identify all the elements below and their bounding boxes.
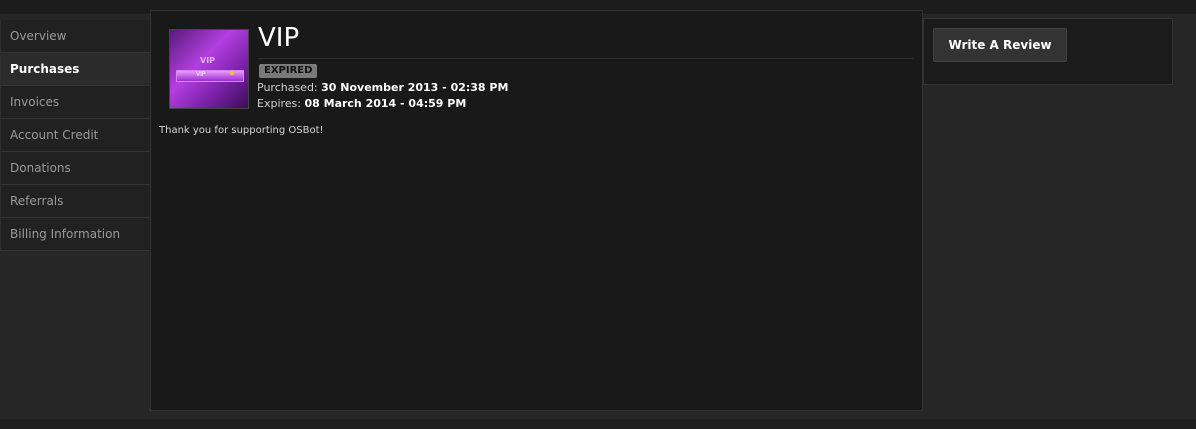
- title-divider: [258, 58, 913, 59]
- expires-label: Expires:: [257, 97, 301, 110]
- sidebar-item-billing-information[interactable]: Billing Information: [0, 218, 151, 251]
- thank-you-message: Thank you for supporting OSBot!: [159, 125, 324, 136]
- actions-panel: Write A Review: [923, 18, 1173, 85]
- product-title: VIP: [258, 23, 300, 53]
- sidebar-item-referrals[interactable]: Referrals: [0, 185, 151, 218]
- sidebar-item-donations[interactable]: Donations: [0, 152, 151, 185]
- write-review-button[interactable]: Write A Review: [933, 28, 1067, 62]
- sidebar-item-account-credit[interactable]: Account Credit: [0, 119, 151, 152]
- account-sidebar: Overview Purchases Invoices Account Cred…: [0, 20, 151, 251]
- star-icon: ★: [228, 69, 237, 79]
- thumbnail-bar-text: VIP: [196, 71, 206, 78]
- purchased-label: Purchased:: [257, 81, 318, 94]
- sidebar-item-invoices[interactable]: Invoices: [0, 86, 151, 119]
- status-badge: EXPIRED: [259, 64, 318, 78]
- purchased-date: Purchased: 30 November 2013 - 02:38 PM: [257, 80, 508, 95]
- purchase-detail-panel: VIP VIP ★ VIP EXPIRED Purchased: 30 Nove…: [150, 10, 923, 411]
- product-thumbnail: VIP VIP ★: [169, 29, 249, 109]
- sidebar-item-purchases[interactable]: Purchases: [0, 53, 151, 86]
- sidebar-item-overview[interactable]: Overview: [0, 20, 151, 53]
- purchased-value: 30 November 2013 - 02:38 PM: [321, 81, 509, 94]
- expires-value: 08 March 2014 - 04:59 PM: [304, 97, 467, 110]
- expires-date: Expires: 08 March 2014 - 04:59 PM: [257, 96, 466, 111]
- thumbnail-vip-text: VIP: [200, 56, 216, 65]
- bottom-bar: [0, 419, 1196, 429]
